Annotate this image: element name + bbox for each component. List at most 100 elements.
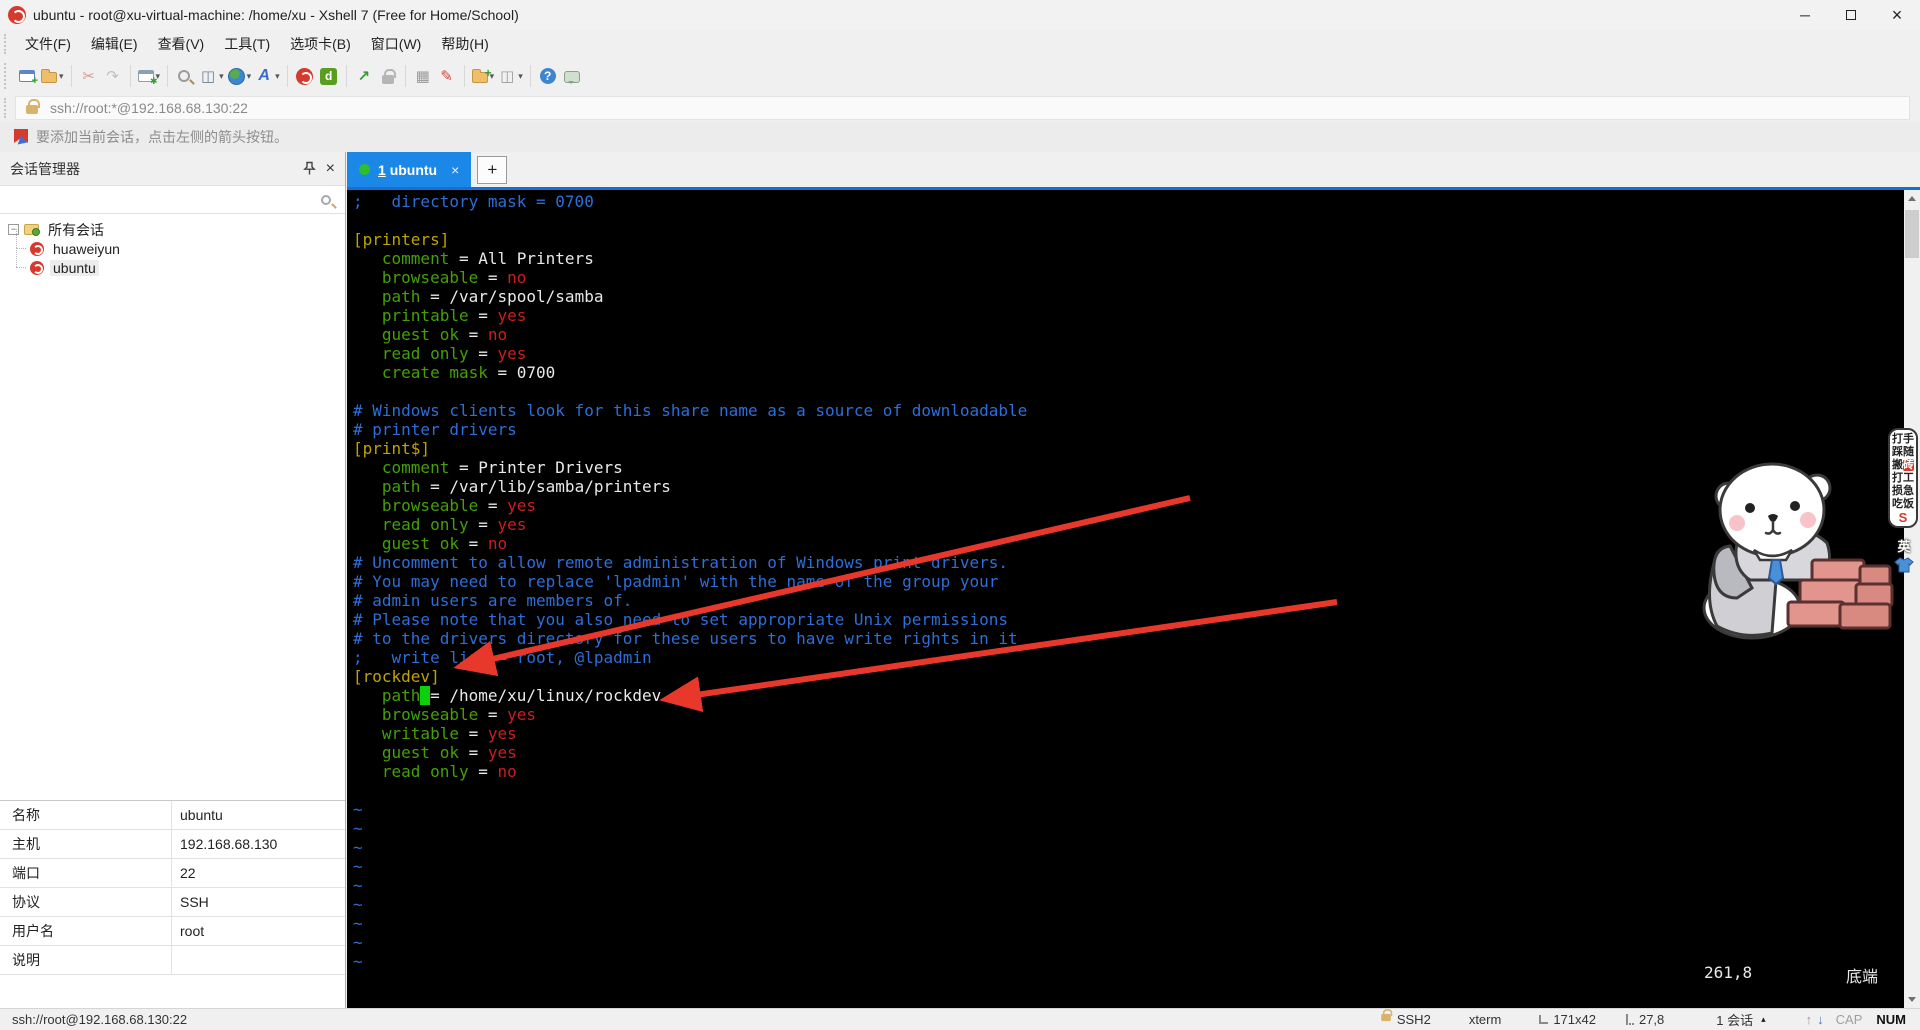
close-button[interactable]: ×: [1874, 0, 1920, 30]
cut-icon[interactable]: ✂: [77, 62, 101, 90]
terminal-line: guest ok = no: [353, 534, 1027, 553]
layout-icon[interactable]: ◫▾: [197, 62, 226, 90]
tab-label: ubuntu: [390, 162, 437, 178]
terminal-line: ~: [353, 933, 1027, 952]
xshell-icon[interactable]: [293, 62, 317, 90]
new-terminal-icon[interactable]: [15, 62, 39, 90]
terminal-line: browseable = no: [353, 268, 1027, 287]
terminal-text: ; directory mask = 0700 [printers] comme…: [353, 192, 1027, 971]
chevron-up-icon: ▴: [1761, 1014, 1766, 1025]
toolbar-separator: [530, 65, 531, 87]
menu-item-0[interactable]: 文件(F): [15, 31, 81, 57]
session-manager-title: 会话管理器: [10, 159, 80, 179]
terminal-line: [353, 211, 1027, 230]
menu-item-5[interactable]: 窗口(W): [361, 31, 432, 57]
help-icon[interactable]: ?: [536, 62, 560, 90]
terminal-line: read only = yes: [353, 344, 1027, 363]
terminal[interactable]: ; directory mask = 0700 [printers] comme…: [347, 190, 1904, 1008]
tab-close-icon[interactable]: ×: [451, 162, 459, 178]
menu-bar: 文件(F)编辑(E)查看(V)工具(T)选项卡(B)窗口(W)帮助(H): [0, 30, 1920, 58]
keyboard-icon[interactable]: ▦: [411, 62, 435, 90]
panel-close-icon[interactable]: ×: [326, 160, 335, 178]
scroll-down-icon[interactable]: [1904, 992, 1920, 1008]
tab-ubuntu[interactable]: 1 ubuntu ×: [347, 152, 471, 187]
find-icon: [178, 70, 190, 82]
xftp-icon[interactable]: d: [317, 62, 341, 90]
tab-arrange-icon[interactable]: ◫▾: [496, 62, 525, 90]
terminal-line: ~: [353, 857, 1027, 876]
open-folder-icon[interactable]: ▾: [39, 62, 66, 90]
menu-item-1[interactable]: 编辑(E): [81, 31, 148, 57]
tree-node-all-sessions[interactable]: − 所有会话: [0, 220, 345, 239]
terminal-scrollbar[interactable]: [1904, 190, 1920, 1008]
minimize-button[interactable]: ─: [1782, 0, 1828, 30]
menu-item-6[interactable]: 帮助(H): [431, 31, 498, 57]
session-search-input[interactable]: [6, 188, 321, 212]
property-row: 名称ubuntu: [0, 801, 345, 830]
lock-screen-icon: [382, 75, 394, 84]
add-session-flag-icon[interactable]: [14, 129, 28, 145]
tree-node-ubuntu[interactable]: ubuntu: [30, 258, 345, 277]
fullscreen-icon[interactable]: ↗: [352, 62, 376, 90]
terminal-line: comment = Printer Drivers: [353, 458, 1027, 477]
tree-expander-icon[interactable]: −: [8, 224, 19, 235]
address-field[interactable]: ssh://root:*@192.168.68.130:22: [15, 96, 1910, 120]
search-icon[interactable]: [321, 195, 331, 205]
pin-icon[interactable]: [303, 161, 316, 176]
session-properties-icon[interactable]: ▾: [136, 62, 163, 90]
lock-screen-icon[interactable]: [376, 62, 400, 90]
upload-arrow-icon: ↑: [1806, 1012, 1813, 1027]
title-bar: ubuntu - root@xu-virtual-machine: /home/…: [0, 0, 1920, 30]
new-folder-icon[interactable]: ▾: [470, 62, 497, 90]
download-arrow-icon: ↓: [1817, 1012, 1824, 1027]
property-value[interactable]: ubuntu: [172, 807, 345, 823]
chevron-down-icon: ▾: [518, 71, 523, 82]
undo-icon: ↷: [104, 67, 122, 85]
status-bar: ssh://root@192.168.68.130:22 SSH2 xterm …: [0, 1008, 1920, 1030]
terminal-line: guest ok = yes: [353, 743, 1027, 762]
find-icon[interactable]: [173, 62, 197, 90]
message-icon[interactable]: [560, 62, 584, 90]
lock-icon: [1381, 1014, 1391, 1021]
status-session-count[interactable]: 1 会话 ▴: [1716, 1010, 1765, 1029]
undo-icon[interactable]: ↷: [101, 62, 125, 90]
property-value[interactable]: 192.168.68.130: [172, 836, 345, 852]
compose-pen-icon[interactable]: ✎: [435, 62, 459, 90]
scrollbar-thumb[interactable]: [1905, 210, 1919, 258]
terminal-line: # Uncomment to allow remote administrati…: [353, 553, 1027, 572]
status-terminal-size: 171x42: [1539, 1012, 1596, 1027]
tree-node-label: 所有会话: [45, 220, 107, 240]
menu-item-3[interactable]: 工具(T): [214, 31, 280, 57]
gripper: [4, 98, 9, 118]
new-tab-button[interactable]: +: [477, 156, 507, 184]
property-row: 说明: [0, 946, 345, 975]
font-icon[interactable]: A▾: [253, 62, 282, 90]
xshell-window: ubuntu - root@xu-virtual-machine: /home/…: [0, 0, 1920, 1030]
terminal-line: ~: [353, 895, 1027, 914]
property-value[interactable]: 22: [172, 865, 345, 881]
toolbar-separator: [71, 65, 72, 87]
tree-node-huaweiyun[interactable]: huaweiyun: [30, 239, 345, 258]
property-key: 主机: [0, 830, 172, 858]
property-key: 名称: [0, 801, 172, 829]
menu-item-2[interactable]: 查看(V): [148, 31, 215, 57]
toolbar-separator: [287, 65, 288, 87]
web-browser-icon[interactable]: ▾: [226, 62, 254, 90]
terminal-line: ; directory mask = 0700: [353, 192, 1027, 211]
scroll-up-icon[interactable]: [1904, 190, 1920, 206]
status-terminal-type[interactable]: xterm: [1469, 1012, 1502, 1027]
tab-arrange-icon: ◫: [498, 67, 516, 85]
keyboard-icon: ▦: [414, 67, 432, 85]
tree-node-label: huaweiyun: [50, 241, 123, 257]
maximize-button[interactable]: [1828, 0, 1874, 30]
property-key: 说明: [0, 946, 172, 974]
toolbar-separator: [167, 65, 168, 87]
property-value[interactable]: SSH: [172, 894, 345, 910]
terminal-line: path = /var/lib/samba/printers: [353, 477, 1027, 496]
property-value[interactable]: root: [172, 923, 345, 939]
fullscreen-icon: ↗: [355, 67, 373, 85]
cursor-position-icon: [1626, 1014, 1634, 1025]
connected-status-icon: [359, 164, 370, 175]
session-properties-icon: [138, 70, 154, 82]
menu-item-4[interactable]: 选项卡(B): [280, 31, 361, 57]
